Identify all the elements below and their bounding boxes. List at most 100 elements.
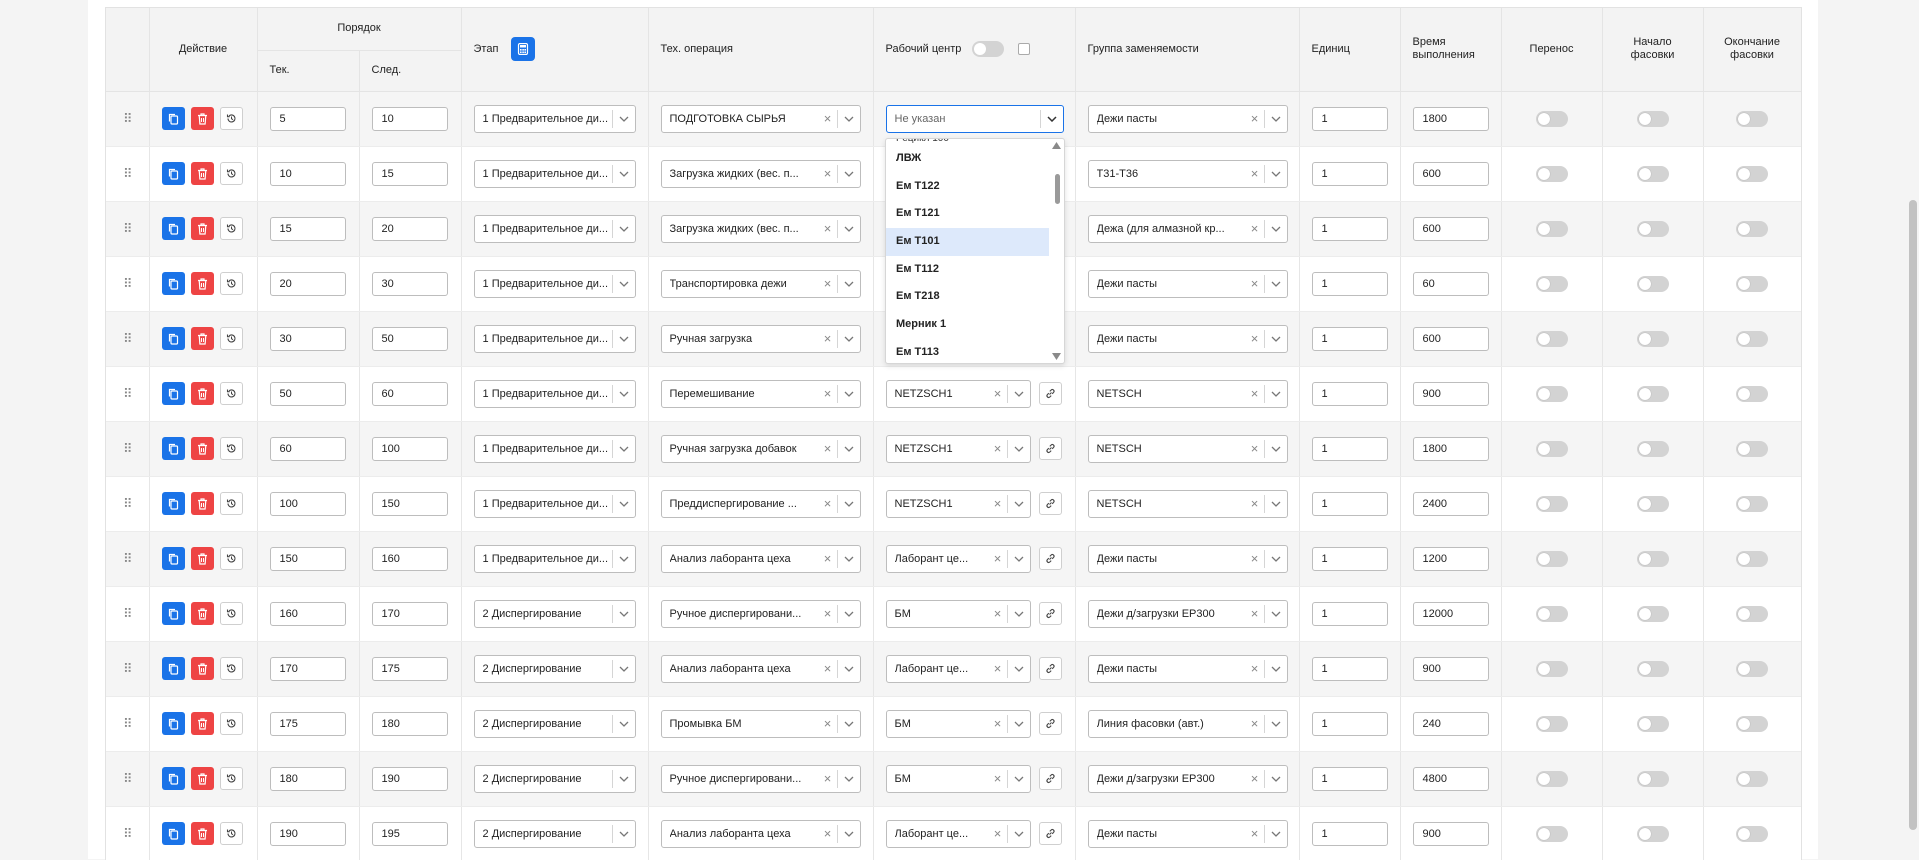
dropdown-option[interactable]: Ем Т101 <box>886 228 1049 256</box>
chevron-down-icon[interactable] <box>619 776 629 782</box>
copy-button[interactable] <box>161 657 185 680</box>
stage-select[interactable]: 2 Диспергирование <box>473 709 636 738</box>
clear-icon[interactable]: × <box>1246 771 1264 786</box>
pack-end-toggle[interactable] <box>1736 825 1769 842</box>
work-center-select[interactable]: NETZSCH1 × <box>885 434 1031 463</box>
delete-button[interactable] <box>190 382 214 405</box>
pack-start-toggle[interactable] <box>1636 220 1669 237</box>
link-button[interactable] <box>1038 657 1062 680</box>
transfer-toggle[interactable] <box>1535 440 1568 457</box>
stage-select[interactable]: 1 Предварительное ди... <box>473 489 636 518</box>
group-select[interactable]: NETSCH × <box>1087 379 1288 408</box>
group-select[interactable]: NETSCH × <box>1087 489 1288 518</box>
chevron-down-icon[interactable] <box>844 776 854 782</box>
delete-button[interactable] <box>190 162 214 185</box>
order-next-input[interactable]: 10 <box>371 106 448 131</box>
chevron-down-icon[interactable] <box>619 446 629 452</box>
clear-icon[interactable]: × <box>989 826 1007 841</box>
order-next-input[interactable]: 190 <box>371 766 448 791</box>
select-chevron[interactable] <box>613 501 635 507</box>
clear-icon[interactable]: × <box>1246 166 1264 181</box>
group-select[interactable]: Дежи пасты × <box>1087 819 1288 848</box>
order-cur-input[interactable]: 30 <box>269 326 346 351</box>
order-next-input[interactable]: 60 <box>371 381 448 406</box>
operation-select[interactable]: Перемешивание × <box>660 379 861 408</box>
select-chevron[interactable] <box>838 446 860 452</box>
group-select[interactable]: Дежи пасты × <box>1087 654 1288 683</box>
link-button[interactable] <box>1038 822 1062 845</box>
copy-button[interactable] <box>161 547 185 570</box>
select-chevron[interactable] <box>838 776 860 782</box>
select-chevron[interactable] <box>1265 171 1287 177</box>
history-button[interactable] <box>219 437 243 460</box>
drag-handle-cell[interactable]: ⠿ <box>106 696 150 752</box>
order-cur-input[interactable]: 60 <box>269 436 346 461</box>
select-chevron[interactable] <box>838 611 860 617</box>
chevron-down-icon[interactable] <box>844 446 854 452</box>
chevron-down-icon[interactable] <box>844 611 854 617</box>
operation-select[interactable]: Преддиспергирование ... × <box>660 489 861 518</box>
page-scroll-thumb[interactable] <box>1909 200 1917 830</box>
units-input[interactable]: 1 <box>1311 766 1388 791</box>
operation-select[interactable]: Ручная загрузка добавок × <box>660 434 861 463</box>
drag-handle-cell[interactable]: ⠿ <box>106 641 150 697</box>
chevron-down-icon[interactable] <box>1014 501 1024 507</box>
order-cur-input[interactable]: 150 <box>269 546 346 571</box>
copy-button[interactable] <box>161 107 185 130</box>
work-center-select[interactable]: NETZSCH1 × <box>885 489 1031 518</box>
select-chevron[interactable] <box>613 336 635 342</box>
units-input[interactable]: 1 <box>1311 821 1388 846</box>
select-chevron[interactable] <box>613 226 635 232</box>
order-next-input[interactable]: 160 <box>371 546 448 571</box>
link-button[interactable] <box>1038 712 1062 735</box>
history-button[interactable] <box>219 327 243 350</box>
transfer-toggle[interactable] <box>1535 220 1568 237</box>
clear-icon[interactable]: × <box>819 111 837 126</box>
select-chevron[interactable] <box>1265 611 1287 617</box>
dropdown-scroll-thumb[interactable] <box>1055 174 1060 204</box>
clear-icon[interactable]: × <box>1246 386 1264 401</box>
work-center-checkbox[interactable] <box>1017 43 1030 56</box>
chevron-down-icon[interactable] <box>1014 391 1024 397</box>
chevron-down-icon[interactable] <box>619 721 629 727</box>
dropdown-option[interactable]: ЛВЖ <box>886 145 1049 173</box>
pack-start-toggle[interactable] <box>1636 770 1669 787</box>
select-chevron[interactable] <box>1265 556 1287 562</box>
chevron-down-icon[interactable] <box>844 721 854 727</box>
order-cur-input[interactable]: 10 <box>269 161 346 186</box>
chevron-down-icon[interactable] <box>1271 611 1281 617</box>
chevron-down-icon[interactable] <box>844 831 854 837</box>
pack-end-toggle[interactable] <box>1736 715 1769 732</box>
chevron-down-icon[interactable] <box>619 391 629 397</box>
units-input[interactable]: 1 <box>1311 381 1388 406</box>
transfer-toggle[interactable] <box>1535 330 1568 347</box>
transfer-toggle[interactable] <box>1535 825 1568 842</box>
pack-end-toggle[interactable] <box>1736 605 1769 622</box>
chevron-down-icon[interactable] <box>1271 226 1281 232</box>
clear-icon[interactable]: × <box>1246 716 1264 731</box>
select-chevron[interactable] <box>838 336 860 342</box>
clear-icon[interactable]: × <box>989 606 1007 621</box>
chevron-down-icon[interactable] <box>1271 446 1281 452</box>
delete-button[interactable] <box>190 272 214 295</box>
chevron-down-icon[interactable] <box>1271 391 1281 397</box>
order-cur-input[interactable]: 160 <box>269 601 346 626</box>
group-select[interactable]: Дежи пасты × <box>1087 544 1288 573</box>
chevron-down-icon[interactable] <box>619 666 629 672</box>
order-next-input[interactable]: 180 <box>371 711 448 736</box>
order-next-input[interactable]: 15 <box>371 161 448 186</box>
clear-icon[interactable]: × <box>989 386 1007 401</box>
order-cur-input[interactable]: 20 <box>269 271 346 296</box>
transfer-toggle[interactable] <box>1535 770 1568 787</box>
chevron-down-icon[interactable] <box>1014 666 1024 672</box>
select-chevron[interactable] <box>838 116 860 122</box>
history-button[interactable] <box>219 492 243 515</box>
chevron-down-icon[interactable] <box>844 391 854 397</box>
order-next-input[interactable]: 170 <box>371 601 448 626</box>
copy-button[interactable] <box>161 327 185 350</box>
select-chevron[interactable] <box>1008 666 1030 672</box>
chevron-down-icon[interactable] <box>619 336 629 342</box>
pack-end-toggle[interactable] <box>1736 660 1769 677</box>
pack-start-toggle[interactable] <box>1636 385 1669 402</box>
clear-icon[interactable]: × <box>1246 661 1264 676</box>
